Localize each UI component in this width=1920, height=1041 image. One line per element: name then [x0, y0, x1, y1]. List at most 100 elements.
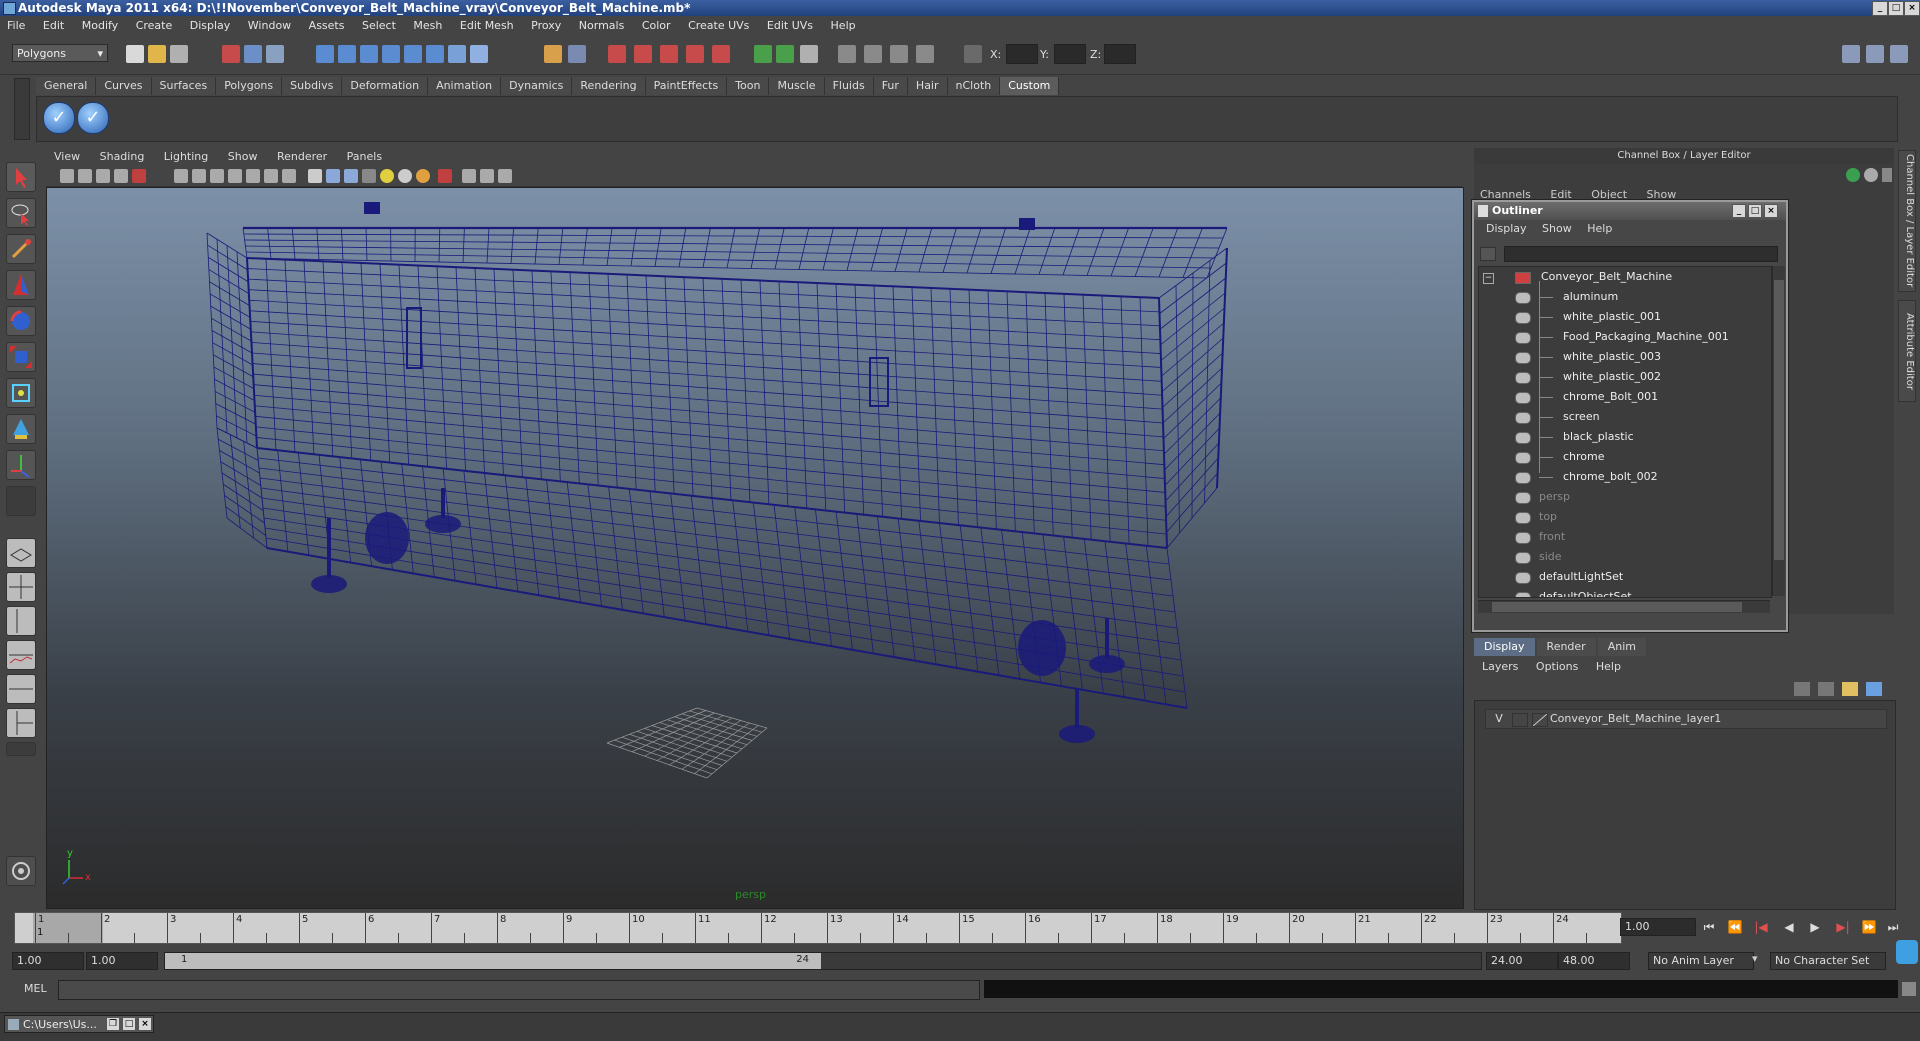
input-mode-icon[interactable]	[964, 45, 982, 63]
shelf-tab-animation[interactable]: Animation	[428, 77, 501, 95]
soft-mod-icon[interactable]	[6, 414, 36, 444]
layout-menu-icon[interactable]	[6, 742, 36, 756]
y-field[interactable]	[1054, 44, 1086, 64]
shelf-tab-fluids[interactable]: Fluids	[825, 77, 874, 95]
four-view-layout-icon[interactable]	[6, 572, 36, 602]
output-ops-icon[interactable]	[776, 45, 794, 63]
select-object-icon[interactable]	[244, 45, 262, 63]
x-field[interactable]	[1006, 44, 1038, 64]
outliner-camera-item[interactable]: persp	[1515, 487, 1570, 507]
xray-icon[interactable]	[462, 169, 476, 183]
auto-key-icon[interactable]	[1896, 940, 1918, 964]
anim-start-field[interactable]: 1.00	[86, 952, 158, 970]
rotate-tool-icon[interactable]	[6, 306, 36, 336]
two-d-pan-icon[interactable]	[132, 169, 146, 183]
channel-box-side-tab[interactable]: Channel Box / Layer Editor	[1898, 150, 1916, 292]
open-scene-icon[interactable]	[148, 45, 166, 63]
shelf-tab-painteffects[interactable]: PaintEffects	[646, 77, 728, 95]
outliner-child-item[interactable]: chrome	[1515, 447, 1605, 467]
outliner-camera-item[interactable]: top	[1515, 507, 1557, 527]
outliner-vertical-scrollbar[interactable]	[1772, 266, 1785, 596]
viewport-menu-shading[interactable]: Shading	[92, 148, 153, 166]
outliner-child-item[interactable]: chrome_bolt_002	[1515, 467, 1658, 487]
shelf-tab-deformation[interactable]: Deformation	[342, 77, 428, 95]
go-to-end-icon[interactable]: ⏭	[1884, 920, 1902, 934]
xray-components-icon[interactable]	[498, 169, 512, 183]
menu-set-dropdown[interactable]: Polygons ▾	[12, 44, 108, 62]
checkmark-icon[interactable]: ✓	[43, 102, 75, 134]
menu-proxy[interactable]: Proxy	[524, 16, 568, 36]
outliner-menu-help[interactable]: Help	[1587, 222, 1612, 235]
isolate-select-icon[interactable]	[438, 169, 452, 183]
menu-assets[interactable]: Assets	[302, 16, 352, 36]
select-hierarchy-icon[interactable]	[222, 45, 240, 63]
outliner-child-item[interactable]: white_plastic_002	[1515, 367, 1661, 387]
outliner-child-item[interactable]: black_plastic	[1515, 427, 1634, 447]
character-set-dropdown[interactable]: No Character Set	[1770, 952, 1886, 970]
wireframe-icon[interactable]	[308, 169, 322, 183]
gate-mask-icon[interactable]	[228, 169, 242, 183]
menu-edit[interactable]: Edit	[36, 16, 71, 36]
start-time-field[interactable]: 1.00	[12, 952, 84, 970]
film-gate-icon[interactable]	[192, 169, 206, 183]
layer-help-menu[interactable]: Help	[1596, 660, 1621, 673]
shelf-tab-toon[interactable]: Toon	[727, 77, 769, 95]
layers-menu[interactable]: Layers	[1482, 660, 1518, 673]
move-tool-icon[interactable]	[6, 270, 36, 300]
layer-tab-render[interactable]: Render	[1537, 638, 1596, 656]
shelf-tab-subdivs[interactable]: Subdivs	[282, 77, 342, 95]
outliner-set-item[interactable]: defaultLightSet	[1515, 567, 1623, 587]
snap-point-icon[interactable]	[360, 45, 378, 63]
outliner-child-item[interactable]: white_plastic_003	[1515, 347, 1661, 367]
single-perspective-layout-icon[interactable]	[6, 538, 36, 568]
z-field[interactable]	[1104, 44, 1136, 64]
snap-plane-icon[interactable]	[382, 45, 400, 63]
make-live-icon[interactable]	[712, 45, 730, 63]
history-icon[interactable]	[426, 45, 444, 63]
snap-curve-red-icon[interactable]	[634, 45, 652, 63]
mel-input-field[interactable]	[58, 980, 980, 1000]
anim-end-field[interactable]: 48.00	[1558, 952, 1630, 970]
resolution-gate-icon[interactable]	[210, 169, 224, 183]
snap-live-icon[interactable]	[404, 45, 422, 63]
textured-icon[interactable]	[362, 169, 376, 183]
menu-select[interactable]: Select	[355, 16, 403, 36]
menu-color[interactable]: Color	[635, 16, 678, 36]
close-small-icon[interactable]: ×	[138, 1017, 152, 1031]
go-to-start-icon[interactable]: ⏮	[1700, 920, 1718, 934]
menu-normals[interactable]: Normals	[572, 16, 632, 36]
viewport-menu-renderer[interactable]: Renderer	[269, 148, 335, 166]
shelf-tab-ncloth[interactable]: nCloth	[948, 77, 1001, 95]
outliner-scroll-thumb[interactable]	[1774, 280, 1784, 560]
paint-select-icon[interactable]	[6, 234, 36, 264]
snap-point-red-icon[interactable]	[660, 45, 678, 63]
menu-edit-uvs[interactable]: Edit UVs	[760, 16, 820, 36]
shelf-tab-muscle[interactable]: Muscle	[769, 77, 824, 95]
outliner-child-item[interactable]: white_plastic_001	[1515, 307, 1661, 327]
shelf-tab-custom[interactable]: Custom	[1000, 77, 1059, 95]
checkmark-icon[interactable]: ✓	[77, 102, 109, 134]
show-manipulator-icon[interactable]	[6, 450, 36, 480]
shelf-tab-curves[interactable]: Curves	[96, 77, 151, 95]
menu-file[interactable]: File	[0, 16, 32, 36]
outliner-camera-item[interactable]: side	[1515, 547, 1562, 567]
end-time-field[interactable]: 24.00	[1486, 952, 1558, 970]
step-back-frame-icon[interactable]: ⏪	[1726, 920, 1744, 934]
menu-create-uvs[interactable]: Create UVs	[681, 16, 756, 36]
menu-mesh[interactable]: Mesh	[406, 16, 449, 36]
outliner-child-item[interactable]: screen	[1515, 407, 1600, 427]
save-scene-icon[interactable]	[170, 45, 188, 63]
render-settings-icon[interactable]	[916, 45, 934, 63]
all-lights-icon[interactable]	[398, 169, 412, 183]
render-frame-icon[interactable]	[864, 45, 882, 63]
shelf-tab-fur[interactable]: Fur	[874, 77, 908, 95]
help-icon[interactable]	[470, 45, 488, 63]
step-forward-key-icon[interactable]: ▶|	[1834, 920, 1852, 934]
selection-mask-icon[interactable]	[568, 45, 586, 63]
outliner-menu-show[interactable]: Show	[1542, 222, 1572, 235]
outliner-camera-item[interactable]: front	[1515, 527, 1565, 547]
shelf-tab-rendering[interactable]: Rendering	[572, 77, 645, 95]
outliner-menu-display[interactable]: Display	[1486, 222, 1527, 235]
construction-history-icon[interactable]	[448, 45, 466, 63]
outliner-close-icon[interactable]: ×	[1764, 204, 1778, 218]
